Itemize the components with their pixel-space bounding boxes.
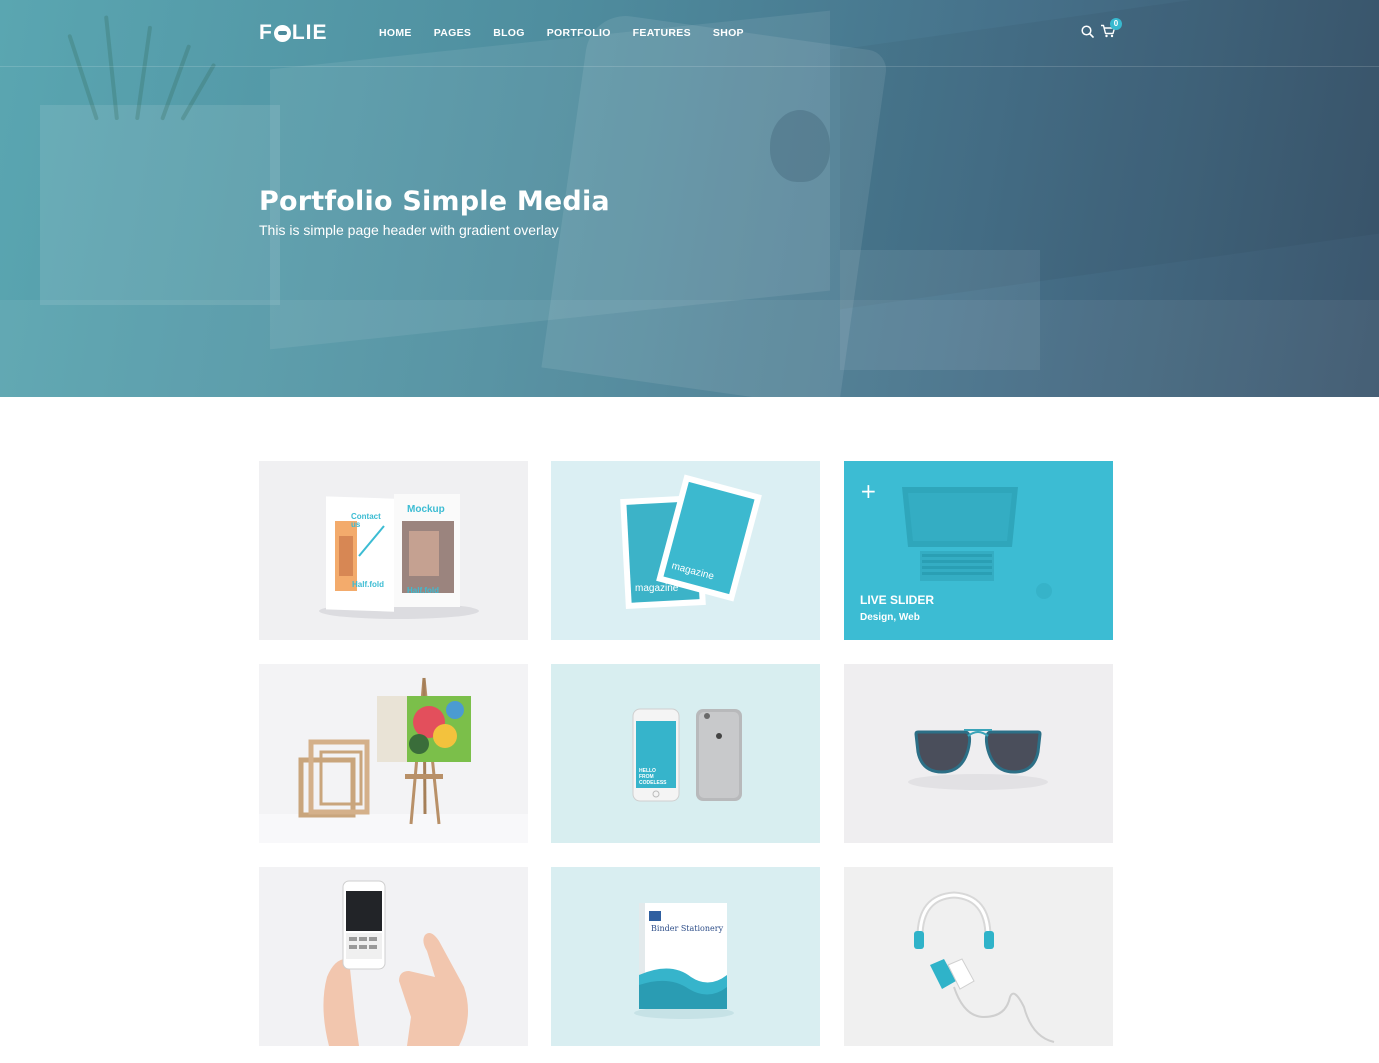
brochure-text-mockup: Mockup [407, 504, 445, 515]
portfolio-item-title[interactable]: LIVE SLIDER [860, 593, 934, 607]
page-header-hero: F LIE HOME PAGES BLOG PORTFOLIO FEATURES … [0, 0, 1379, 397]
portfolio-item-easel[interactable] [259, 664, 528, 843]
sunglasses-image [908, 729, 1048, 790]
easel-painting-image [259, 677, 528, 843]
nav-pages[interactable]: PAGES [434, 27, 471, 39]
portfolio-item-sunglasses[interactable] [844, 664, 1113, 843]
portfolio-item-magazine[interactable]: magazine magazine [551, 461, 820, 640]
main-menu: HOME PAGES BLOG PORTFOLIO FEATURES SHOP [379, 27, 766, 39]
phone-text-codeless: CODELESS [639, 780, 667, 786]
headphones-image [914, 891, 1055, 1043]
portfolio-item-brochure[interactable]: Contact us Mockup Half.fold Half.fold [259, 461, 528, 640]
portfolio-item-iphone[interactable]: HELLO FROM CODELESS [551, 664, 820, 843]
portfolio-item-headphones[interactable] [844, 867, 1113, 1046]
portfolio-item-binder[interactable]: Binder Stationery [551, 867, 820, 1046]
brochure-text-contact: Contact us [351, 512, 381, 529]
magazine-text-back: magazine [635, 583, 679, 594]
page-title: Portfolio Simple Media [259, 186, 610, 217]
binder-mockup-image [634, 903, 734, 1019]
portfolio-item-categories: Design, Web [860, 612, 920, 623]
header-tools: 0 [1080, 18, 1130, 42]
portfolio-item-hands-phone[interactable] [259, 867, 528, 1046]
site-logo[interactable]: F LIE [259, 21, 328, 44]
brochure-mockup-image [319, 494, 479, 619]
iphone-mockup-image [632, 708, 742, 802]
nav-blog[interactable]: BLOG [493, 27, 525, 39]
search-icon[interactable] [1081, 25, 1094, 38]
nav-shop[interactable]: SHOP [713, 27, 744, 39]
binder-text-title: Binder Stationery [651, 924, 724, 933]
brochure-text-halffold-right: Half.fold [407, 586, 439, 595]
brochure-text-halffold-left: Half.fold [352, 580, 384, 589]
nav-home[interactable]: HOME [379, 27, 412, 39]
magazine-mockup-image [620, 474, 762, 610]
nav-features[interactable]: FEATURES [633, 27, 691, 39]
portfolio-item-live-slider[interactable]: + LIVE SLIDER Design, Web [844, 461, 1113, 640]
hands-phone-image [323, 880, 468, 1046]
plus-icon[interactable]: + [860, 481, 877, 501]
cart-count-badge: 0 [1110, 18, 1122, 30]
nav-portfolio[interactable]: PORTFOLIO [547, 27, 611, 39]
top-navigation-bar: F LIE HOME PAGES BLOG PORTFOLIO FEATURES … [0, 0, 1379, 67]
page-subtitle: This is simple page header with gradient… [259, 222, 559, 238]
